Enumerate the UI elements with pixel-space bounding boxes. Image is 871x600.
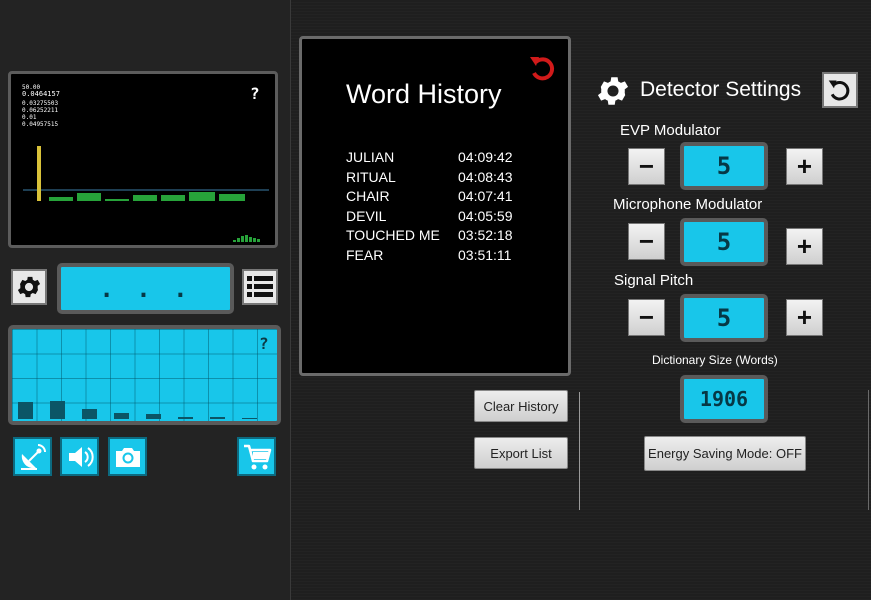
list-icon bbox=[247, 276, 273, 297]
cart-icon bbox=[243, 444, 271, 469]
scope-bar bbox=[219, 194, 245, 201]
pitch-value-display: 5 bbox=[680, 294, 768, 342]
history-word: TOUCHED ME bbox=[346, 227, 440, 243]
word-history-title: Word History bbox=[346, 79, 502, 109]
history-time: 03:52:18 bbox=[458, 227, 513, 243]
scope-bar bbox=[161, 195, 185, 201]
equalizer-bar bbox=[210, 417, 225, 419]
word-list-button[interactable] bbox=[242, 269, 278, 305]
reset-settings-button[interactable] bbox=[822, 72, 858, 108]
pitch-value: 5 bbox=[716, 304, 732, 332]
word-history-panel: Word History JULIAN 04:09:42 RITUAL 04:0… bbox=[299, 36, 571, 376]
gear-icon bbox=[17, 276, 41, 298]
scroll-edge bbox=[868, 390, 869, 510]
clear-history-button[interactable]: Clear History bbox=[474, 390, 568, 422]
signal-strength-meter bbox=[233, 235, 260, 242]
energy-saving-toggle[interactable]: Energy Saving Mode: OFF bbox=[644, 436, 806, 471]
scope-graph bbox=[23, 146, 269, 242]
evp-increase-button[interactable]: + bbox=[786, 148, 823, 185]
scope-bar bbox=[49, 197, 73, 201]
pitch-decrease-button[interactable]: − bbox=[628, 299, 665, 336]
divider-right bbox=[579, 392, 580, 510]
dictionary-size-display: 1906 bbox=[680, 375, 768, 423]
equalizer-bar bbox=[18, 402, 33, 419]
evp-value: 5 bbox=[716, 152, 732, 180]
meter-bar bbox=[249, 237, 252, 242]
camera-button[interactable] bbox=[108, 437, 147, 476]
evp-modulator-label: EVP Modulator bbox=[620, 122, 721, 139]
word-display-text: . . . bbox=[99, 274, 192, 303]
pitch-increase-button[interactable]: + bbox=[786, 299, 823, 336]
history-word: FEAR bbox=[346, 246, 384, 263]
history-word: JULIAN bbox=[346, 149, 395, 165]
meter-bar bbox=[241, 236, 244, 242]
settings-gear-button[interactable] bbox=[11, 269, 47, 305]
microphone-modulator-label: Microphone Modulator bbox=[613, 196, 763, 213]
word-display: . . . bbox=[57, 263, 234, 314]
equalizer-bar bbox=[114, 413, 129, 419]
history-time: 04:05:59 bbox=[458, 207, 513, 224]
equalizer-bar bbox=[146, 414, 161, 419]
camera-icon bbox=[115, 447, 140, 467]
scope-bar bbox=[133, 195, 157, 201]
divider-left bbox=[290, 0, 291, 600]
word-history-list: JULIAN 04:09:42 RITUAL 04:08:43 CHAIR 04… bbox=[346, 149, 546, 269]
mic-decrease-button[interactable]: − bbox=[628, 223, 665, 260]
scope-bar bbox=[77, 193, 101, 201]
signal-scope: 50.00 0.0464157 0.03275503 0.06252211 0.… bbox=[8, 71, 278, 248]
radar-button[interactable] bbox=[13, 437, 52, 476]
equalizer-help-button[interactable]: ? bbox=[259, 334, 269, 353]
speaker-icon bbox=[68, 446, 94, 467]
mic-increase-button[interactable]: + bbox=[786, 228, 823, 265]
export-list-button[interactable]: Export List bbox=[474, 437, 568, 469]
mic-value-display: 5 bbox=[680, 218, 768, 266]
reset-icon bbox=[828, 80, 850, 101]
history-word: CHAIR bbox=[346, 188, 390, 204]
dictionary-size-value: 1906 bbox=[699, 387, 749, 411]
frequency-equalizer: ? bbox=[8, 325, 281, 425]
history-word: RITUAL bbox=[346, 168, 396, 185]
meter-bar bbox=[253, 238, 256, 242]
red-undo-icon[interactable] bbox=[528, 53, 558, 83]
gear-icon bbox=[597, 77, 629, 105]
mic-value: 5 bbox=[716, 228, 732, 256]
satellite-dish-icon bbox=[20, 443, 46, 470]
meter-bar bbox=[257, 239, 260, 242]
meter-bar bbox=[237, 238, 240, 242]
scope-bar bbox=[189, 192, 215, 201]
signal-pitch-label: Signal Pitch bbox=[614, 272, 694, 289]
shop-button[interactable] bbox=[237, 437, 276, 476]
history-time: 03:51:11 bbox=[458, 246, 512, 263]
equalizer-bar bbox=[82, 409, 97, 419]
scope-spike bbox=[37, 146, 41, 201]
sound-button[interactable] bbox=[60, 437, 99, 476]
history-time: 04:07:41 bbox=[458, 188, 513, 204]
equalizer-bar bbox=[178, 417, 193, 419]
evp-decrease-button[interactable]: − bbox=[628, 148, 665, 185]
history-time: 04:08:43 bbox=[458, 168, 513, 185]
history-time: 04:09:42 bbox=[458, 149, 513, 165]
meter-bar bbox=[233, 240, 236, 242]
equalizer-bar bbox=[50, 401, 65, 419]
equalizer-bar bbox=[242, 418, 257, 419]
detector-settings-title: Detector Settings bbox=[640, 78, 802, 101]
history-word: DEVIL bbox=[346, 207, 387, 224]
meter-bar bbox=[245, 235, 248, 242]
evp-value-display: 5 bbox=[680, 142, 768, 190]
scope-bar bbox=[105, 199, 129, 201]
dictionary-size-label: Dictionary Size (Words) bbox=[652, 353, 778, 367]
